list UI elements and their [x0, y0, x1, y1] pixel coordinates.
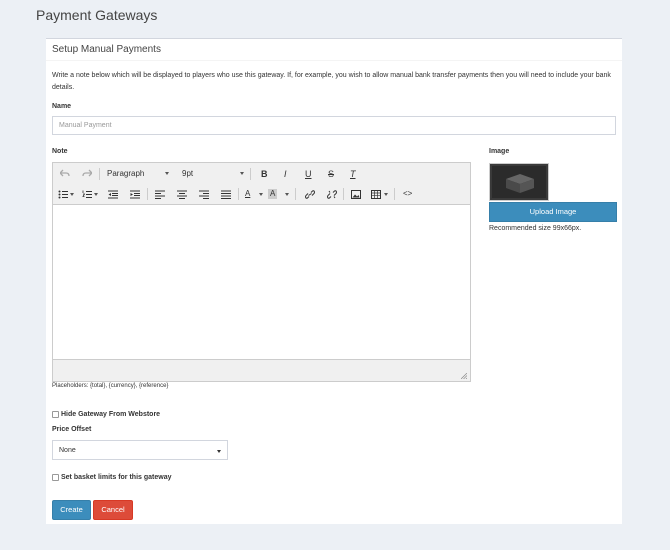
undo-icon[interactable] — [60, 169, 70, 178]
box-title: Setup Manual Payments — [52, 44, 161, 55]
note-label: Note — [52, 148, 68, 155]
hide-gateway-checkbox[interactable] — [52, 411, 59, 418]
background-color-button[interactable]: A — [268, 189, 278, 199]
box-header: Setup Manual Payments — [46, 39, 622, 61]
setup-box: Setup Manual Payments Write a note below… — [46, 38, 622, 524]
editor-statusbar — [53, 359, 470, 381]
size-select[interactable]: 9pt — [182, 169, 193, 179]
toolbar-separator — [147, 188, 148, 200]
name-label: Name — [52, 103, 72, 110]
align-left-icon[interactable] — [155, 190, 165, 199]
basket-limits-label: Set basket limits for this gateway — [61, 474, 172, 481]
unlink-icon[interactable] — [327, 190, 337, 199]
clear-format-button[interactable]: T — [350, 169, 356, 179]
text-color-caret-icon — [259, 193, 263, 196]
editor-toolbar: Paragraph 9pt B I U S T A A <> — [53, 163, 470, 205]
indent-icon[interactable] — [130, 190, 140, 199]
create-button[interactable]: Create — [52, 500, 91, 520]
bullet-caret-icon — [70, 193, 74, 196]
cancel-button[interactable]: Cancel — [93, 500, 133, 520]
editor-content-area[interactable] — [53, 205, 470, 359]
basket-limits-checkbox[interactable] — [52, 474, 59, 481]
hide-gateway-label: Hide Gateway From Webstore — [61, 411, 161, 418]
format-caret-icon — [165, 172, 169, 175]
page-title: Payment Gateways — [36, 7, 158, 23]
table-caret-icon — [384, 193, 388, 196]
price-offset-select[interactable]: None — [52, 440, 228, 460]
table-icon[interactable] — [371, 190, 381, 199]
align-center-icon[interactable] — [177, 190, 187, 199]
size-caret-icon — [240, 172, 244, 175]
note-editor: Paragraph 9pt B I U S T A A <> — [52, 162, 471, 382]
upload-image-button[interactable]: Upload Image — [489, 202, 617, 222]
placeholders-hint: Placeholders: {total}, {currency}, {refe… — [52, 383, 169, 389]
image-icon[interactable] — [351, 190, 361, 199]
outdent-icon[interactable] — [108, 190, 118, 199]
resize-grip-icon[interactable] — [461, 373, 467, 379]
description-text: Write a note below which will be display… — [52, 72, 611, 91]
bold-button[interactable]: B — [261, 169, 268, 179]
toolbar-separator — [99, 168, 100, 180]
redo-icon[interactable] — [82, 169, 92, 178]
recommended-size-text: Recommended size 99x66px. — [489, 225, 582, 232]
bg-color-caret-icon — [285, 193, 289, 196]
source-code-button[interactable]: <> — [403, 189, 412, 199]
toolbar-separator — [343, 188, 344, 200]
image-label: Image — [489, 148, 510, 155]
placeholder-image-icon — [506, 174, 534, 193]
price-offset-label: Price Offset — [52, 426, 92, 433]
strikethrough-button[interactable]: S — [328, 169, 334, 179]
toolbar-separator — [394, 188, 395, 200]
toolbar-separator — [250, 168, 251, 180]
toolbar-separator — [295, 188, 296, 200]
name-input[interactable]: Manual Payment — [52, 116, 616, 135]
price-offset-value: None — [59, 447, 76, 454]
format-select[interactable]: Paragraph — [107, 169, 144, 179]
numbered-caret-icon — [94, 193, 98, 196]
underline-button[interactable]: U — [305, 169, 312, 179]
toolbar-separator — [238, 188, 239, 200]
chevron-down-icon — [217, 450, 221, 453]
align-right-icon[interactable] — [199, 190, 209, 199]
italic-button[interactable]: I — [284, 169, 287, 179]
numbered-list-icon[interactable] — [82, 190, 92, 199]
image-thumbnail — [489, 163, 549, 201]
text-color-button[interactable]: A — [245, 189, 250, 199]
link-icon[interactable] — [305, 190, 315, 199]
align-justify-icon[interactable] — [221, 190, 231, 199]
bullet-list-icon[interactable] — [58, 190, 68, 199]
